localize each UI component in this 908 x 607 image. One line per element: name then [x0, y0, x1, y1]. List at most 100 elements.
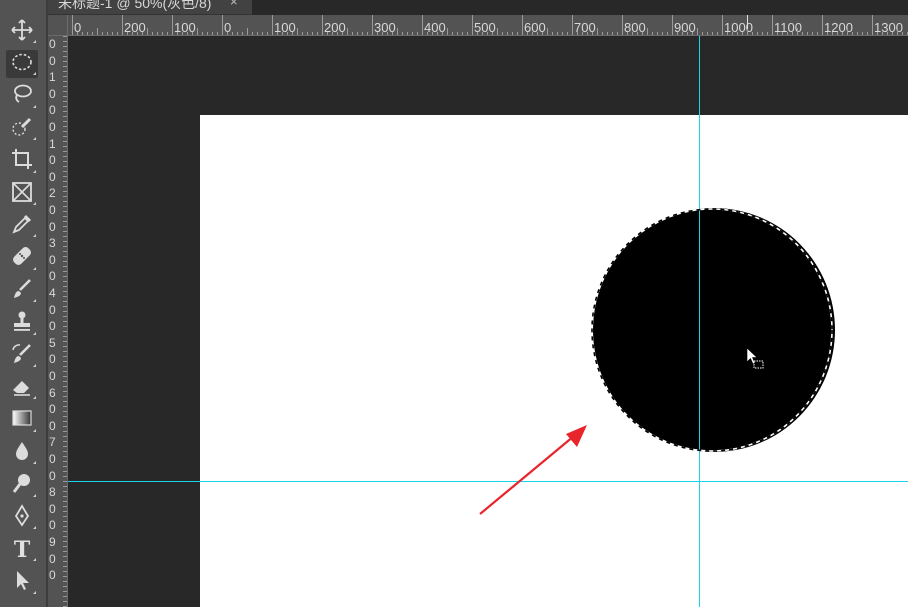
dodge-icon: [10, 471, 34, 500]
ruler-major-tick: [572, 15, 573, 35]
tool-group-indicator: [33, 202, 36, 205]
lasso-tool[interactable]: [6, 83, 38, 111]
tool-group-indicator: [33, 169, 36, 173]
move-icon: [10, 18, 34, 47]
tool-group-indicator: [33, 428, 36, 432]
crop-tool[interactable]: [6, 148, 38, 176]
eyedropper-icon: [10, 212, 34, 241]
vertical-ruler-label: 0: [49, 568, 56, 583]
ruler-major-tick: [872, 15, 873, 35]
path-selection-arrow-icon: [10, 568, 34, 597]
vertical-ruler-label: 0: [49, 402, 56, 417]
vertical-ruler-label: 6: [49, 385, 56, 400]
healing-brush-tool[interactable]: [6, 245, 38, 273]
path-selection-tool[interactable]: [6, 569, 38, 597]
document-canvas[interactable]: [200, 115, 908, 607]
ruler-minor-tick: [847, 28, 848, 35]
pen-tool[interactable]: [6, 503, 38, 532]
vertical-ruler-label: 0: [49, 319, 56, 334]
document-tab[interactable]: 未标题-1 @ 50%(灰色/8) ×: [48, 0, 252, 15]
ruler-minor-tick: [397, 28, 398, 35]
tools-panel: T: [0, 0, 46, 607]
eraser-tool[interactable]: [6, 374, 38, 402]
lasso-icon: [10, 82, 34, 111]
frame-icon: [10, 180, 34, 209]
vertical-ruler[interactable]: 001000100200300400500600700800900: [48, 36, 68, 607]
vertical-ruler-label: 4: [49, 286, 56, 300]
vertical-ruler-label: 0: [49, 551, 56, 566]
vertical-ruler-label: 0: [49, 219, 56, 234]
vertical-ruler-label: 0: [49, 468, 56, 483]
ruler-minor-tick: [497, 28, 498, 35]
tool-group-indicator: [33, 396, 36, 400]
ruler-major-tick: [222, 15, 223, 35]
bandage-icon: [10, 244, 34, 273]
tool-group-indicator: [33, 331, 36, 335]
tool-group-indicator: [33, 590, 36, 594]
ruler-major-tick: [672, 15, 673, 35]
vertical-ruler-label: 0: [49, 252, 56, 267]
vertical-ruler-label: 0: [49, 518, 56, 533]
history-brush-icon: [10, 342, 34, 371]
ruler-minor-tick: [747, 28, 748, 35]
ruler-minor-tick: [247, 28, 248, 35]
gradient-icon: [10, 406, 34, 435]
ruler-cursor-marker: [747, 15, 748, 29]
vertical-ruler-label: 1: [49, 136, 56, 151]
gradient-tool[interactable]: [6, 407, 38, 435]
tool-group-indicator: [33, 461, 36, 465]
elliptical-marquee-tool[interactable]: [6, 50, 38, 79]
vertical-ruler-label: 0: [49, 120, 56, 134]
close-icon[interactable]: ×: [230, 0, 238, 9]
tool-group-indicator: [33, 299, 36, 303]
ruler-major-tick: [322, 15, 323, 35]
blur-tool[interactable]: [6, 439, 38, 467]
vertical-ruler-label: 0: [49, 452, 56, 466]
vertical-ruler-label: 0: [49, 203, 56, 217]
ruler-minor-tick: [197, 28, 198, 35]
dodge-tool[interactable]: [6, 472, 38, 500]
vertical-ruler-label: 7: [49, 435, 56, 450]
brush-tool[interactable]: [6, 277, 38, 305]
ruler-major-tick: [622, 15, 623, 35]
ruler-major-tick: [172, 15, 173, 35]
horizontal-guide[interactable]: [68, 481, 908, 482]
tool-group-indicator: [33, 72, 36, 76]
tool-group-indicator: [33, 558, 36, 562]
ruler-minor-tick: [697, 28, 698, 35]
clone-stamp-tool[interactable]: [6, 310, 38, 338]
stamp-icon: [10, 309, 34, 338]
vertical-ruler-label: 9: [49, 535, 56, 549]
vertical-ruler-label: 1: [49, 70, 56, 85]
ruler-minor-tick: [297, 28, 298, 35]
vertical-ruler-label: 0: [49, 169, 56, 184]
eyedropper-tool[interactable]: [6, 212, 38, 240]
elliptical-marquee-icon: [10, 50, 34, 79]
ruler-minor-tick: [897, 28, 898, 35]
move-tool[interactable]: [6, 18, 38, 46]
vertical-ruler-label: 0: [49, 37, 56, 51]
tool-group-indicator: [33, 266, 36, 270]
vertical-ruler-label: 3: [49, 236, 56, 251]
frame-tool[interactable]: [6, 180, 38, 208]
ruler-minor-tick: [97, 28, 98, 35]
horizontal-ruler-label: 1200: [824, 20, 853, 35]
ruler-major-tick: [272, 15, 273, 35]
type-tool[interactable]: T: [6, 536, 38, 564]
ruler-origin[interactable]: [48, 15, 68, 36]
quick-selection-tool[interactable]: [6, 115, 38, 143]
vertical-ruler-label: 0: [49, 53, 56, 68]
vertical-guide[interactable]: [699, 36, 700, 607]
history-brush-tool[interactable]: [6, 342, 38, 370]
horizontal-ruler[interactable]: 0 200 100 0 100 200 300 400 500 600 700 800 900 1000 1…: [68, 15, 908, 36]
tool-group-indicator: [33, 137, 36, 141]
ruler-major-tick: [722, 15, 723, 35]
vertical-ruler-label: 2: [49, 186, 56, 201]
type-icon: T: [13, 537, 31, 564]
tool-group-indicator: [33, 104, 36, 108]
vertical-ruler-label: 0: [49, 501, 56, 516]
crop-icon: [10, 147, 34, 176]
ruler-major-tick: [522, 15, 523, 35]
vertical-ruler-label: 0: [49, 369, 56, 383]
ruler-major-tick: [72, 15, 73, 35]
